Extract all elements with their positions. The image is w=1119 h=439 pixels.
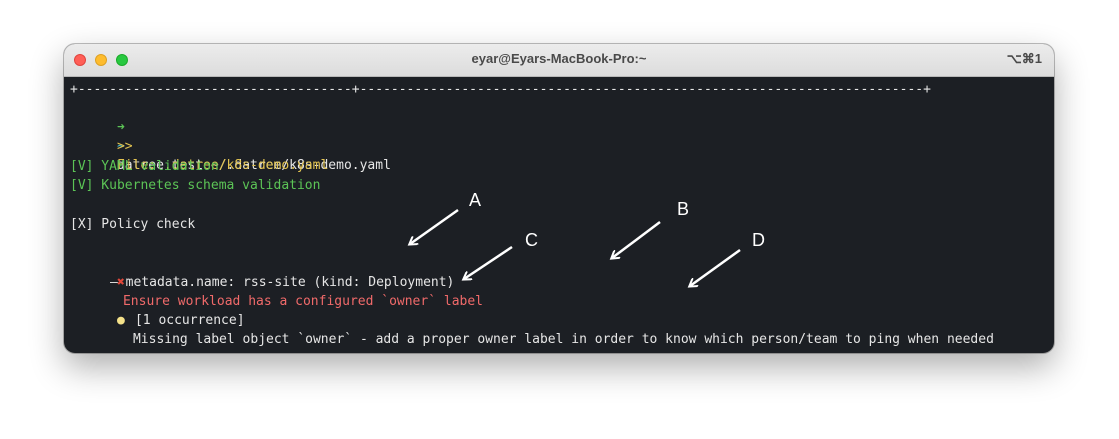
annotation-label-c: C [525,230,538,250]
annotation-label-d: D [752,230,765,250]
arrow-b [612,221,661,258]
annotation-arrows [0,208,741,439]
arrow-a [410,208,459,244]
annotation-label-b: B [677,199,690,219]
annotation-label-a: A [469,190,482,210]
arrow-c [464,245,513,279]
arrow-d [690,248,741,286]
